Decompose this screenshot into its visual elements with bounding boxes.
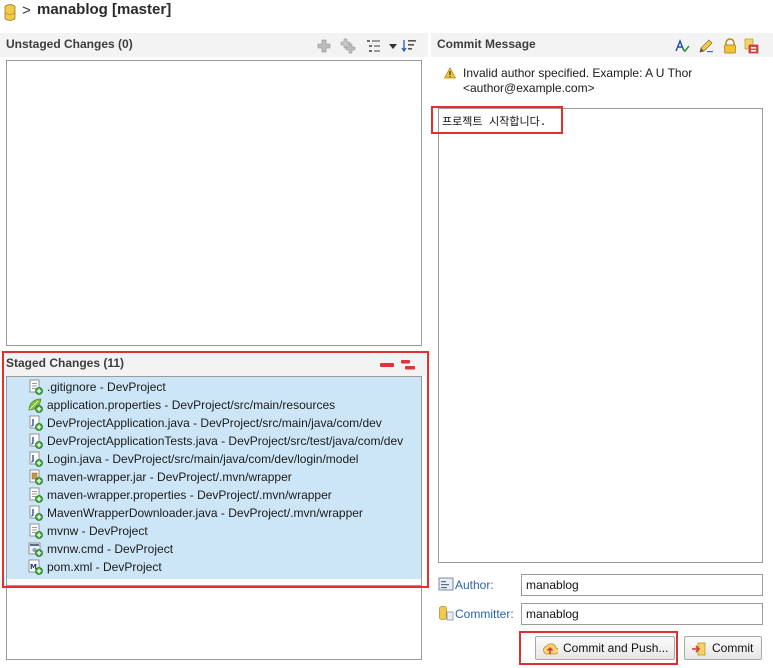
unstaged-title: Unstaged Changes (0): [6, 37, 133, 51]
commit-icon: [692, 642, 706, 656]
commit-push-highlight-box: [519, 631, 678, 665]
sign-off-icon[interactable]: [722, 38, 738, 54]
commit-button[interactable]: Commit: [684, 636, 762, 660]
change-id-icon[interactable]: [743, 38, 759, 54]
sort-icon[interactable]: [401, 38, 417, 54]
dropdown-arrow-icon[interactable]: [385, 38, 401, 54]
unstaged-header: Unstaged Changes (0): [0, 33, 428, 57]
staged-panel-border: [6, 586, 422, 660]
page-title: manablog [master]: [37, 1, 172, 18]
committer-label[interactable]: Committer:: [455, 607, 514, 621]
repository-icon: [4, 4, 16, 21]
title-bar: > manablog [master]: [0, 0, 773, 30]
edit-icon[interactable]: [698, 38, 714, 54]
commit-label: Commit: [712, 641, 754, 655]
committer-icon: [439, 606, 454, 621]
presentation-icon[interactable]: [366, 38, 382, 54]
add-icon[interactable]: [316, 38, 332, 54]
commit-message-title: Commit Message: [437, 37, 536, 51]
warning-text: Invalid author specified. Example: A U T…: [463, 66, 693, 95]
author-label[interactable]: Author:: [455, 578, 494, 592]
author-input[interactable]: [521, 574, 763, 596]
spell-check-icon[interactable]: [674, 38, 690, 54]
commit-message-textarea[interactable]: 프로젝트 시작합니다.: [438, 108, 763, 563]
committer-input[interactable]: [521, 603, 763, 625]
add-all-icon[interactable]: [340, 38, 356, 54]
title-separator: >: [22, 2, 31, 19]
commit-message-header: Commit Message: [431, 33, 773, 57]
author-icon: [438, 577, 454, 591]
message-highlight-box: [431, 106, 563, 134]
staged-highlight-box: [2, 351, 429, 588]
unstaged-file-list[interactable]: [6, 60, 422, 346]
warning-icon: [444, 67, 456, 79]
